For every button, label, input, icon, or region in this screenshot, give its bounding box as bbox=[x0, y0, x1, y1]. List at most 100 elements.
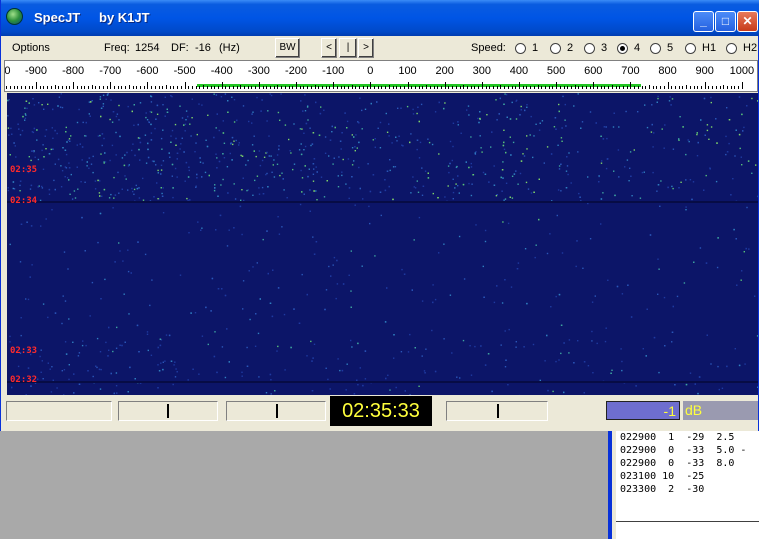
scale-tick-minor bbox=[664, 86, 665, 89]
scale-tick-minor bbox=[92, 86, 93, 89]
speed-radio-3[interactable] bbox=[584, 43, 595, 54]
maximize-button[interactable]: □ bbox=[715, 11, 736, 32]
window-subtitle: by K1JT bbox=[99, 10, 150, 25]
decode-row[interactable]: 022900 1 -29 2.5 bbox=[616, 431, 759, 444]
scale-tick-minor bbox=[348, 86, 349, 89]
scale-tick-minor bbox=[240, 86, 241, 89]
scale-tick-minor bbox=[448, 86, 449, 89]
scale-tick-minor bbox=[378, 86, 379, 89]
contrast-slider[interactable] bbox=[226, 401, 326, 421]
scale-tick-minor bbox=[81, 86, 82, 89]
globe-icon[interactable] bbox=[6, 8, 23, 25]
gain-slider[interactable] bbox=[446, 401, 548, 421]
decode-list[interactable]: 022900 1 -29 2.5 022900 0 -33 5.0 -022900… bbox=[616, 431, 759, 521]
scale-tick-minor bbox=[642, 86, 643, 89]
scale-tick-minor bbox=[552, 86, 553, 89]
scale-tick-minor bbox=[493, 86, 494, 89]
scale-tick-minor bbox=[170, 86, 171, 89]
speed-radio-h1[interactable] bbox=[685, 43, 696, 54]
scale-tick-minor bbox=[456, 86, 457, 89]
slider-thumb[interactable] bbox=[497, 404, 499, 418]
scale-tick-minor bbox=[630, 86, 631, 89]
scale-tick-minor bbox=[359, 86, 360, 89]
scale-tick-minor bbox=[147, 86, 148, 89]
scale-tick-minor bbox=[381, 86, 382, 89]
scale-tick-minor bbox=[296, 86, 297, 89]
status-message-field bbox=[6, 401, 112, 421]
center-button[interactable]: | bbox=[339, 38, 357, 58]
speed-radio-h2[interactable] bbox=[726, 43, 737, 54]
speed-radio-2[interactable] bbox=[550, 43, 561, 54]
scale-tick-minor bbox=[10, 86, 11, 89]
decode-row[interactable]: 022900 0 -33 5.0 - bbox=[616, 444, 759, 457]
df-unit: (Hz) bbox=[219, 42, 240, 54]
scale-tick-label: -100 bbox=[322, 65, 345, 77]
scale-tick-minor bbox=[62, 86, 63, 89]
scale-tick-minor bbox=[616, 86, 617, 89]
scale-tick-minor bbox=[489, 86, 490, 89]
speed-radio-4[interactable] bbox=[617, 43, 628, 54]
title-bar[interactable]: SpecJT by K1JT _ □ ✕ bbox=[1, 0, 759, 36]
waterfall-display[interactable]: 02:35 02:34 02:33 02:32 bbox=[7, 93, 758, 395]
decode-row[interactable]: 023100 10 -25 bbox=[616, 470, 759, 483]
message-box[interactable] bbox=[616, 521, 759, 539]
scale-tick-minor bbox=[523, 86, 524, 89]
scale-tick-minor bbox=[244, 86, 245, 89]
scale-tick-minor bbox=[162, 86, 163, 89]
close-button[interactable]: ✕ bbox=[737, 11, 758, 32]
scale-tick-minor bbox=[289, 86, 290, 89]
scale-tick-minor bbox=[73, 86, 74, 89]
scale-tick-minor bbox=[526, 86, 527, 89]
shift-left-button[interactable]: < bbox=[321, 38, 337, 58]
scale-tick-minor bbox=[742, 86, 743, 89]
scale-tick-minor bbox=[508, 86, 509, 89]
scale-tick-minor bbox=[556, 86, 557, 89]
scale-tick-minor bbox=[712, 86, 713, 89]
timestamp-marker: 02:35 bbox=[10, 165, 38, 175]
scale-tick-minor bbox=[434, 86, 435, 89]
scale-tick-minor bbox=[251, 86, 252, 89]
slider-thumb[interactable] bbox=[167, 404, 169, 418]
decode-row[interactable]: 022900 0 -33 8.0 bbox=[616, 457, 759, 470]
brightness-slider[interactable] bbox=[118, 401, 218, 421]
scale-tick-minor bbox=[604, 86, 605, 89]
speed-radio-1[interactable] bbox=[515, 43, 526, 54]
scale-tick-label: 500 bbox=[546, 65, 566, 77]
decode-row[interactable]: 023300 2 -30 bbox=[616, 483, 759, 496]
scale-tick-minor bbox=[471, 86, 472, 89]
scale-tick-minor bbox=[727, 86, 728, 89]
scale-tick-minor bbox=[277, 86, 278, 89]
minimize-button[interactable]: _ bbox=[693, 11, 714, 32]
shift-right-button[interactable]: > bbox=[358, 38, 374, 58]
scale-tick-minor bbox=[530, 86, 531, 89]
scale-tick-minor bbox=[582, 86, 583, 89]
scale-tick-minor bbox=[415, 86, 416, 89]
bw-button[interactable]: BW bbox=[275, 38, 300, 58]
scale-tick-minor bbox=[608, 86, 609, 89]
scale-tick-minor bbox=[627, 86, 628, 89]
scale-tick-minor bbox=[422, 86, 423, 89]
speed-radio-5[interactable] bbox=[650, 43, 661, 54]
slider-thumb[interactable] bbox=[276, 404, 278, 418]
scale-tick-minor bbox=[716, 86, 717, 89]
scale-tick-minor bbox=[140, 86, 141, 89]
df-value: -16 bbox=[195, 42, 211, 54]
scale-tick-minor bbox=[575, 86, 576, 89]
scale-tick-label: 0 bbox=[367, 65, 374, 77]
scale-tick-minor bbox=[705, 86, 706, 89]
scale-tick-label: -900 bbox=[24, 65, 48, 77]
scale-tick-label: 300 bbox=[472, 65, 491, 77]
scale-tick-minor bbox=[69, 86, 70, 89]
scale-tick-minor bbox=[597, 86, 598, 89]
frequency-scale[interactable]: 0 -900 -800 -700 -600 -500 -400 -300 -200 -100 0 10… bbox=[4, 60, 758, 92]
scale-tick-minor bbox=[686, 86, 687, 89]
scale-tick-minor bbox=[114, 86, 115, 89]
scale-tick-minor bbox=[196, 86, 197, 89]
scale-tick-minor bbox=[370, 86, 371, 89]
scale-tick-label: 700 bbox=[621, 65, 640, 77]
scale-tick-minor bbox=[374, 86, 375, 89]
scale-tick-minor bbox=[512, 86, 513, 89]
scale-tick-minor bbox=[95, 86, 96, 89]
options-menu[interactable]: Options bbox=[12, 42, 50, 54]
scale-tick-minor bbox=[55, 86, 56, 89]
